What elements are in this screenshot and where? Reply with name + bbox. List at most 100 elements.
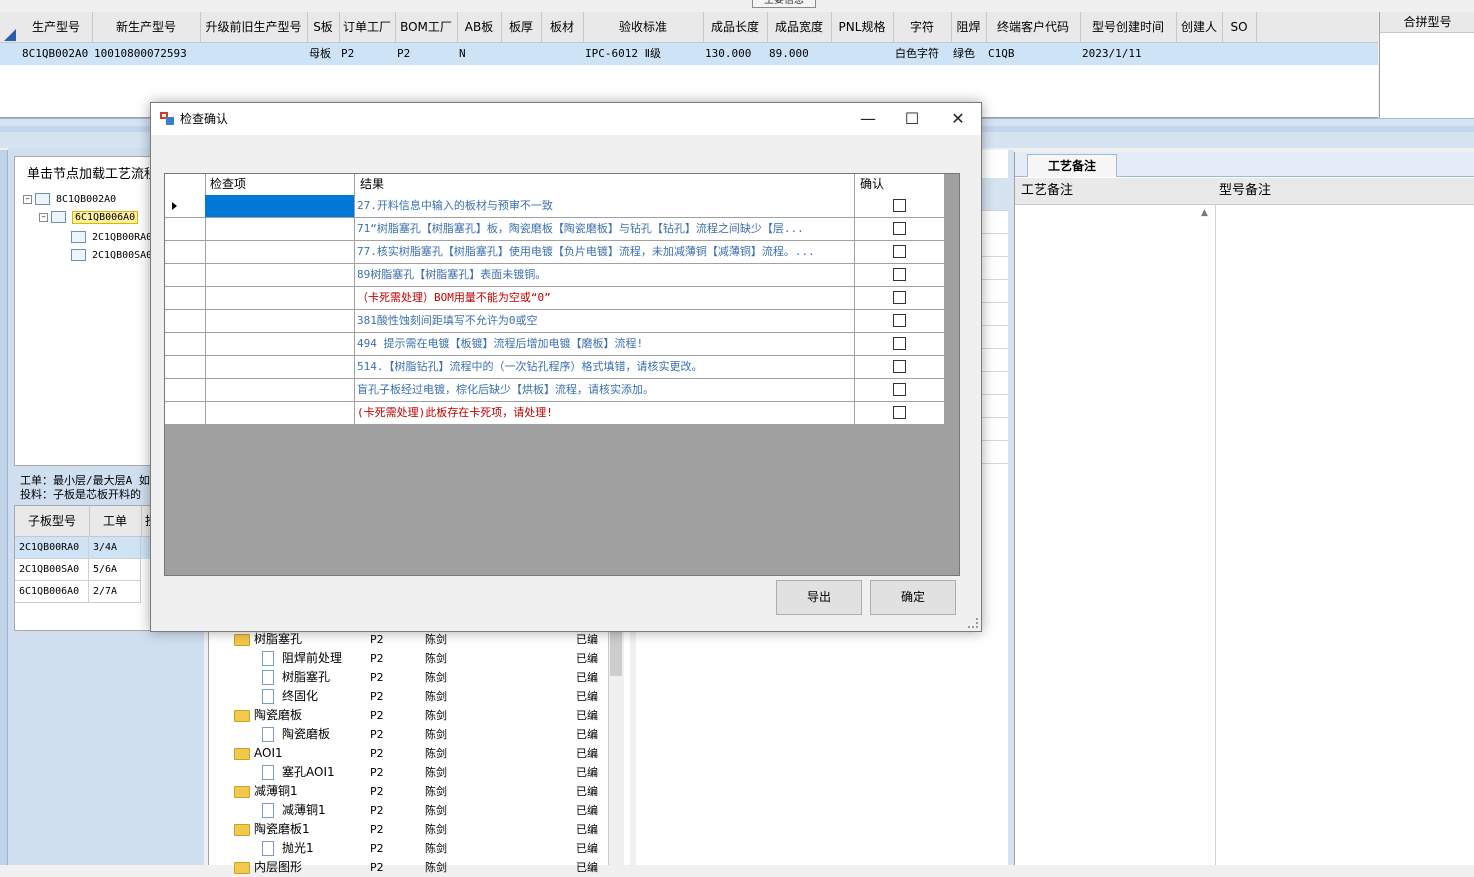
result-cell[interactable]: 381酸性蚀刻间距填写不允许为0或空	[355, 310, 855, 332]
confirm-checkbox[interactable]	[893, 291, 906, 304]
column-header[interactable]: AB板	[457, 12, 502, 42]
scroll-up-icon[interactable]: ▲	[1201, 208, 1208, 218]
confirm-checkbox[interactable]	[893, 268, 906, 281]
process-node[interactable]: AOI1 P2 陈剑 已编	[210, 744, 630, 763]
confirm-checkbox[interactable]	[893, 222, 906, 235]
column-header[interactable]: PNL规格	[831, 12, 894, 42]
result-cell[interactable]: 27.开料信息中输入的板材与预审不一致	[355, 195, 855, 217]
process-node[interactable]: 树脂塞孔 P2 陈剑 已编	[210, 630, 630, 649]
row-header[interactable]	[165, 195, 206, 217]
process-node[interactable]: 终固化 P2 陈剑 已编	[210, 687, 630, 706]
row-header[interactable]	[165, 402, 206, 424]
confirm-checkbox[interactable]	[893, 360, 906, 373]
column-header[interactable]: 创建人	[1176, 12, 1223, 42]
main-info-tab[interactable]: 主要信息	[752, 0, 816, 8]
result-cell[interactable]: 89树脂塞孔【树脂塞孔】表面未镀铜。	[355, 264, 855, 286]
process-node[interactable]: 减薄铜1 P2 陈剑 已编	[210, 782, 630, 801]
check-item-cell[interactable]	[205, 195, 355, 217]
confirm-checkbox[interactable]	[893, 406, 906, 419]
maximize-button[interactable]: ☐	[889, 103, 935, 135]
check-row[interactable]: 71“树脂塞孔【树脂塞孔】板，陶瓷磨板【陶瓷磨板】与钻孔【钻孔】流程之间缺少【层…	[165, 218, 945, 241]
result-cell[interactable]: 77.核实树脂塞孔【树脂塞孔】使用电镀【负片电镀】流程，未加减薄铜【减薄铜】流程…	[355, 241, 855, 263]
tree-node-root[interactable]: − 8C1QB002A0	[23, 193, 116, 205]
column-header[interactable]: 新生产型号	[92, 12, 201, 42]
check-item-cell[interactable]	[205, 379, 355, 401]
tree-node-child[interactable]: 2C1QB00RA0	[71, 231, 152, 243]
export-button[interactable]: 导出	[776, 580, 862, 615]
check-row[interactable]: 494 提示需在电镀【板镀】流程后增加电镀【磨板】流程!	[165, 333, 945, 356]
column-header[interactable]: 阻焊	[951, 12, 987, 42]
confirm-checkbox[interactable]	[893, 199, 906, 212]
model-grid-row[interactable]: 8C1QB002A0 10010800072593 母板 P2 P2 N IPC-6012 …	[0, 43, 1378, 65]
process-node[interactable]: 陶瓷磨板 P2 陈剑 已编	[210, 706, 630, 725]
result-cell[interactable]: 盲孔子板经过电镀，棕化后缺少【烘板】流程，请核实添加。	[355, 379, 855, 401]
row-header[interactable]	[165, 310, 206, 332]
row-header[interactable]	[165, 241, 206, 263]
check-row[interactable]: 77.核实树脂塞孔【树脂塞孔】使用电镀【负片电镀】流程，未加减薄铜【减薄铜】流程…	[165, 241, 945, 264]
row-header[interactable]	[165, 287, 206, 309]
confirm-checkbox[interactable]	[893, 337, 906, 350]
column-header[interactable]: 型号创建时间	[1080, 12, 1177, 42]
process-node[interactable]: 塞孔AOI1 P2 陈剑 已编	[210, 763, 630, 782]
minimize-button[interactable]: —	[845, 103, 891, 135]
close-button[interactable]: ✕	[935, 103, 981, 135]
column-header-confirm[interactable]: 确认	[855, 174, 945, 195]
result-cell[interactable]: 494 提示需在电镀【板镀】流程后增加电镀【磨板】流程!	[355, 333, 855, 355]
check-item-cell[interactable]	[205, 218, 355, 240]
check-item-cell[interactable]	[205, 287, 355, 309]
dialog-titlebar[interactable]: 检查确认 — ☐ ✕	[151, 103, 981, 135]
check-row[interactable]: (卡死需处理)此板存在卡死项，请处理!	[165, 402, 945, 425]
collapse-icon[interactable]: −	[39, 212, 48, 222]
column-header[interactable]: 升级前旧生产型号	[200, 12, 308, 42]
check-item-cell[interactable]	[205, 264, 355, 286]
result-cell[interactable]: (卡死需处理)此板存在卡死项，请处理!	[355, 402, 855, 424]
column-header[interactable]: 成品宽度	[767, 12, 832, 42]
check-row[interactable]: 514.【树脂钻孔】流程中的（一次钻孔程序）格式填错，请核实更改。	[165, 356, 945, 379]
column-header[interactable]: 板厚	[501, 12, 542, 42]
column-header[interactable]: 板材	[541, 12, 584, 42]
column-header[interactable]: 生产型号	[20, 12, 93, 42]
confirm-checkbox[interactable]	[893, 314, 906, 327]
check-row[interactable]: 89树脂塞孔【树脂塞孔】表面未镀铜。	[165, 264, 945, 287]
process-node[interactable]: 减薄铜1 P2 陈剑 已编	[210, 801, 630, 820]
check-item-cell[interactable]	[205, 310, 355, 332]
resize-grip-icon[interactable]	[968, 618, 978, 628]
column-header-result[interactable]: 结果	[355, 174, 855, 195]
column-header[interactable]: S板	[307, 12, 340, 42]
scrollbar-thumb[interactable]	[610, 632, 622, 676]
tree-node-selected[interactable]: − 6C1QB006A0	[39, 211, 139, 224]
process-node[interactable]: 树脂塞孔 P2 陈剑 已编	[210, 668, 630, 687]
process-node[interactable]: 内层图形 P2 陈剑 已编	[210, 858, 630, 877]
confirm-checkbox[interactable]	[893, 245, 906, 258]
left-vertical-tab[interactable]	[0, 150, 8, 865]
column-header[interactable]: 成品长度	[703, 12, 768, 42]
column-header[interactable]: 型号备注	[1215, 178, 1271, 204]
process-node[interactable]: 抛光1 P2 陈剑 已编	[210, 839, 630, 858]
column-header[interactable]: 工单	[89, 506, 142, 536]
check-row[interactable]: （卡死需处理）BOM用量不能为空或“0”	[165, 287, 945, 310]
tab-process-notes[interactable]: 工艺备注	[1027, 154, 1117, 177]
check-row[interactable]: 盲孔子板经过电镀，棕化后缺少【烘板】流程，请核实添加。	[165, 379, 945, 402]
check-item-cell[interactable]	[205, 333, 355, 355]
row-header[interactable]	[165, 333, 206, 355]
row-header[interactable]	[165, 264, 206, 286]
row-header[interactable]	[165, 218, 206, 240]
ok-button[interactable]: 确定	[870, 580, 956, 615]
column-header[interactable]: SO	[1222, 12, 1257, 42]
check-item-cell[interactable]	[205, 241, 355, 263]
process-node[interactable]: 陶瓷磨板1 P2 陈剑 已编	[210, 820, 630, 839]
process-node[interactable]: 陶瓷磨板 P2 陈剑 已编	[210, 725, 630, 744]
confirm-checkbox[interactable]	[893, 383, 906, 396]
column-header[interactable]: 终端客户代码	[986, 12, 1081, 42]
collapse-icon[interactable]: −	[23, 194, 32, 204]
column-header-check-item[interactable]: 检查项	[205, 174, 355, 195]
result-cell[interactable]: （卡死需处理）BOM用量不能为空或“0”	[355, 287, 855, 309]
column-header[interactable]: BOM工厂	[395, 12, 458, 42]
column-header[interactable]: 工艺备注	[1017, 178, 1073, 204]
column-header[interactable]: 验收标准	[583, 12, 704, 42]
check-row[interactable]: 27.开料信息中输入的板材与预审不一致	[165, 195, 945, 218]
row-header[interactable]	[165, 379, 206, 401]
process-node[interactable]: 阻焊前处理 P2 陈剑 已编	[210, 649, 630, 668]
result-cell[interactable]: 514.【树脂钻孔】流程中的（一次钻孔程序）格式填错，请核实更改。	[355, 356, 855, 378]
check-item-cell[interactable]	[205, 402, 355, 424]
